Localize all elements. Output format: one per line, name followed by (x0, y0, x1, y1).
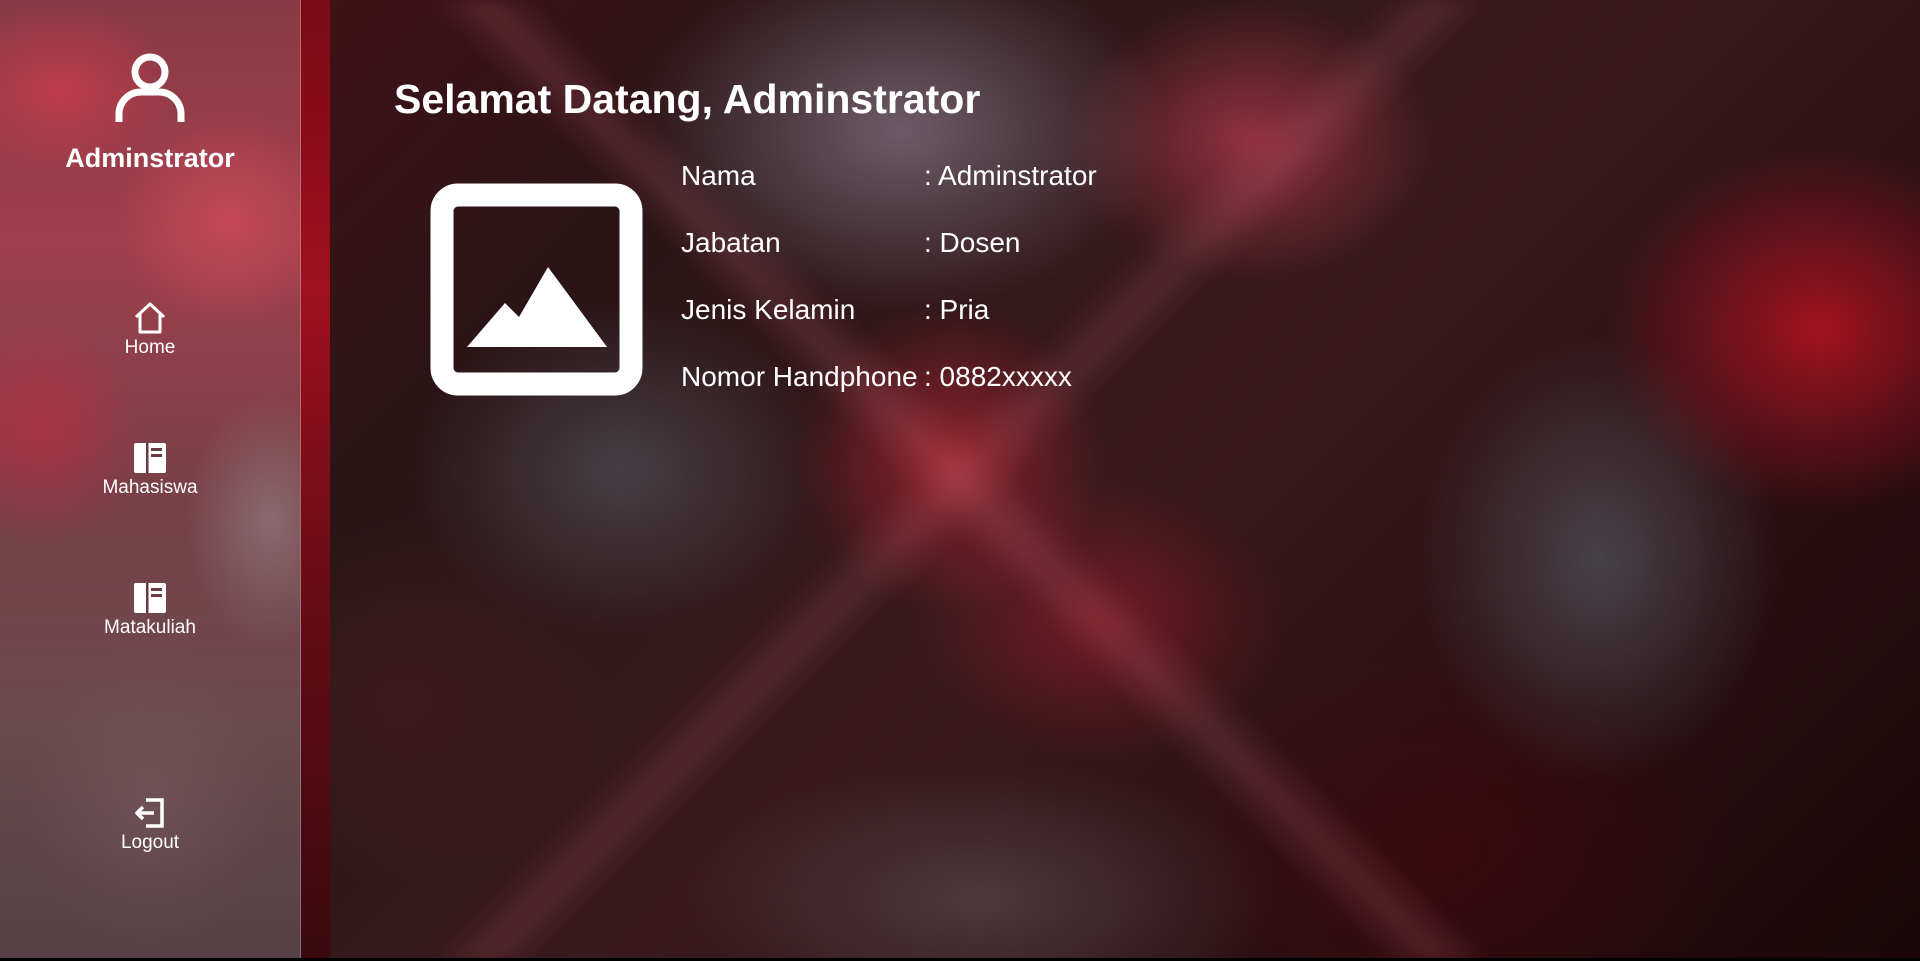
home-icon (134, 302, 166, 334)
profile-row-nomor-handphone: Nomor Handphone : 0882xxxxx (681, 361, 1097, 428)
app-root: Adminstrator Home Mahasiswa Matakuliah L… (0, 0, 1920, 961)
book-icon (134, 583, 166, 613)
profile-label: Nama (681, 160, 756, 191)
sidebar: Adminstrator Home Mahasiswa Matakuliah L… (0, 0, 301, 961)
image-placeholder-icon (430, 183, 643, 396)
sidebar-item-mahasiswa[interactable]: Mahasiswa (0, 440, 300, 499)
sidebar-user-name: Adminstrator (65, 143, 235, 173)
profile-value: : 0882xxxxx (924, 361, 1072, 392)
sidebar-item-matakuliah[interactable]: Matakuliah (0, 580, 300, 639)
profile-row-jabatan: Jabatan : Dosen (681, 227, 1097, 294)
logout-icon (135, 798, 164, 828)
profile-value: : Adminstrator (924, 160, 1097, 191)
profile-info: Nama : Adminstrator Jabatan : Dosen Jeni… (681, 160, 1097, 428)
profile-label: Nomor Handphone (681, 361, 918, 392)
profile-row-nama: Nama : Adminstrator (681, 160, 1097, 227)
page-title: Selamat Datang, Adminstrator (394, 76, 981, 122)
profile-value: : Dosen (924, 227, 1021, 258)
book-icon (134, 443, 166, 473)
sidebar-item-home[interactable]: Home (0, 300, 300, 359)
sidebar-item-mahasiswa-label: Mahasiswa (102, 477, 198, 498)
sidebar-item-matakuliah-label: Matakuliah (104, 617, 196, 638)
profile-value: : Pria (924, 294, 990, 325)
profile-label: Jabatan (681, 227, 781, 258)
sidebar-user: Adminstrator (0, 52, 300, 174)
sidebar-item-logout-label: Logout (120, 832, 180, 853)
user-icon (115, 53, 185, 122)
sidebar-edge-strip (300, 0, 330, 961)
profile-label: Jenis Kelamin (681, 294, 856, 325)
sidebar-item-home-label: Home (124, 337, 176, 358)
profile-row-jenis-kelamin: Jenis Kelamin : Pria (681, 294, 1097, 361)
sidebar-item-logout[interactable]: Logout (0, 795, 300, 854)
